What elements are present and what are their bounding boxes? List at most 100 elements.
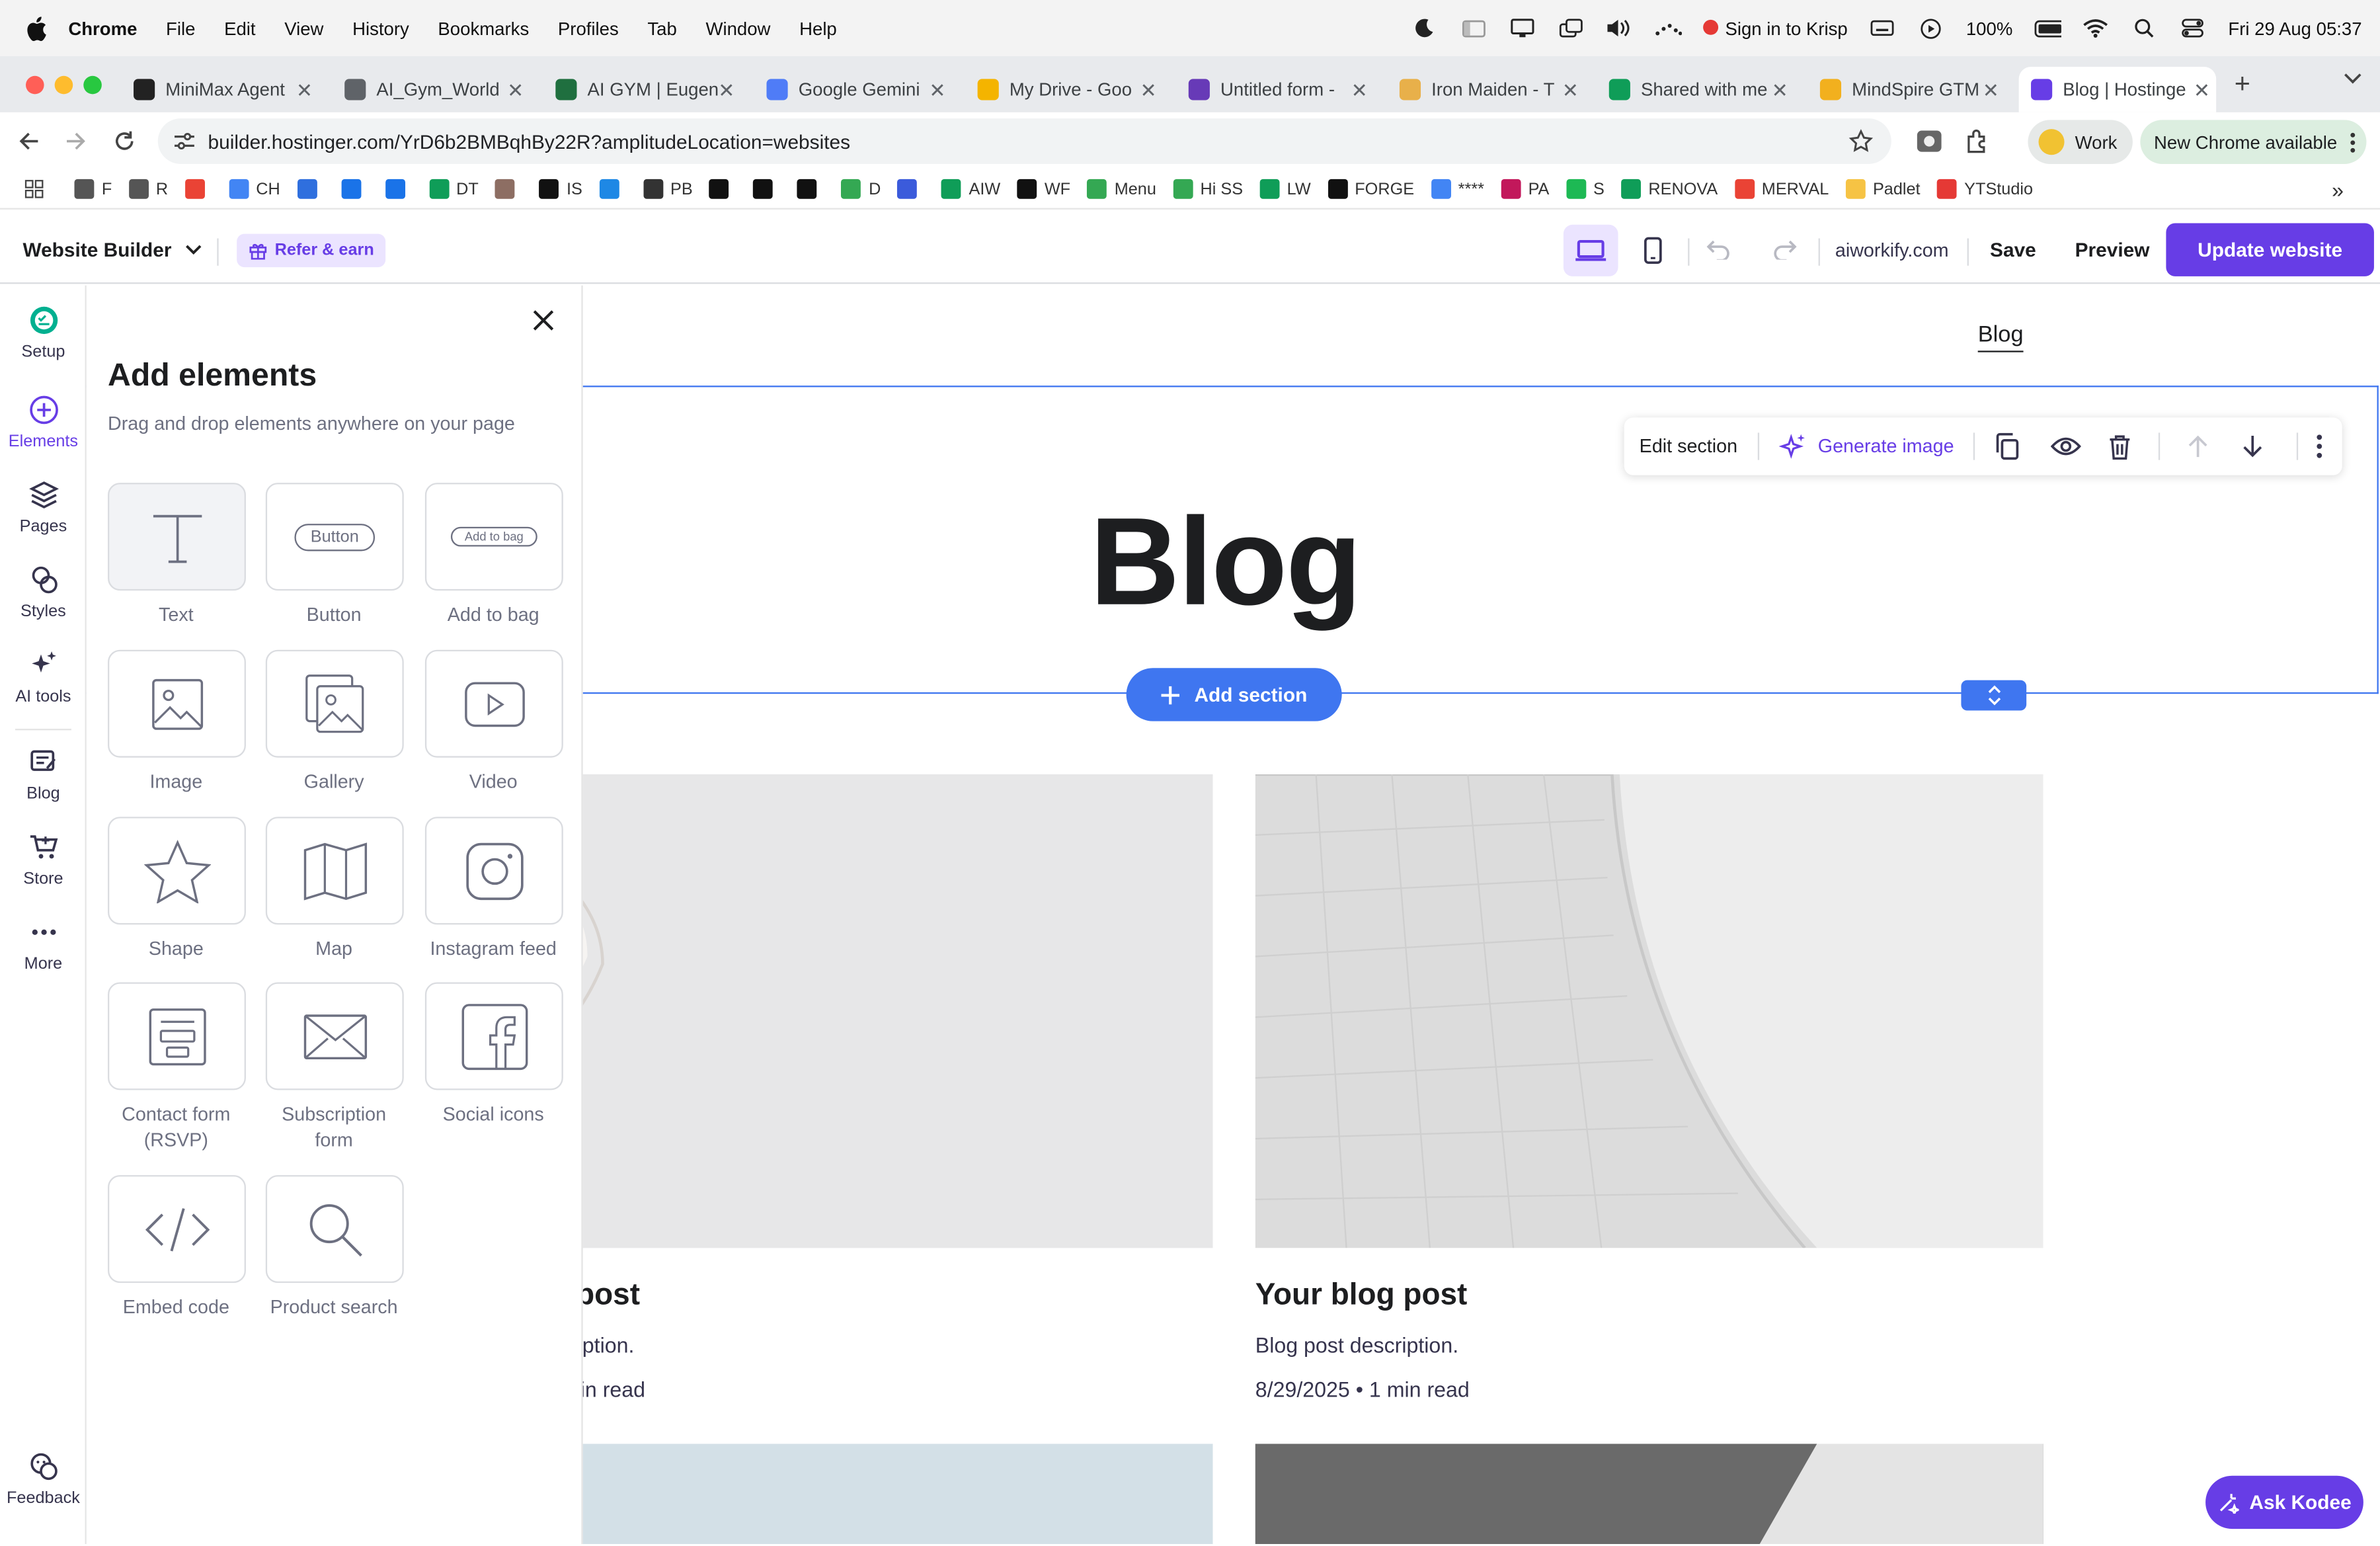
spotlight-search-icon[interactable] — [2131, 17, 2158, 38]
bookmark-item[interactable]: F — [74, 179, 112, 199]
krisp-status[interactable]: Sign in to Krisp — [1702, 17, 1848, 39]
display-icon[interactable] — [1508, 17, 1535, 38]
preview-button[interactable]: Preview — [2075, 238, 2150, 261]
domain-link[interactable]: aiworkify.com — [1835, 240, 1949, 261]
menu-file[interactable]: File — [166, 17, 195, 38]
bookmark-item[interactable]: Padlet — [1845, 179, 1921, 199]
tab-close-icon[interactable]: ✕ — [1351, 79, 1368, 103]
bookmark-item[interactable]: PA — [1501, 179, 1549, 199]
website-builder-menu[interactable]: Website Builder — [22, 238, 202, 261]
bookmark-item[interactable]: RENOVA — [1621, 179, 1718, 199]
browser-tab[interactable]: MiniMax Agent ✕ — [122, 67, 319, 112]
bookmark-item[interactable] — [297, 179, 324, 199]
nav-link-blog[interactable]: Blog — [1977, 322, 2024, 352]
tab-close-icon[interactable]: ✕ — [507, 79, 524, 103]
tab-close-icon[interactable]: ✕ — [296, 79, 313, 103]
undo-icon[interactable] — [1706, 238, 1732, 260]
bookmark-item[interactable] — [340, 179, 368, 199]
move-up-icon[interactable] — [2188, 434, 2209, 459]
volume-icon[interactable] — [1605, 17, 1632, 38]
redo-icon[interactable] — [1771, 238, 1797, 260]
bookmark-item[interactable]: DT — [428, 179, 479, 199]
bookmark-item[interactable]: CH — [228, 179, 280, 199]
browser-tab[interactable]: Blog | Hostinge ✕ — [2018, 67, 2217, 112]
trash-icon[interactable] — [2109, 434, 2131, 460]
bookmark-item[interactable]: MERVAL — [1734, 179, 1829, 199]
bookmark-item[interactable]: IS — [539, 179, 582, 199]
profile-chip[interactable]: Work — [2028, 120, 2133, 164]
add-section-button[interactable]: Add section — [1126, 668, 1342, 721]
generate-image-button[interactable]: Generate image — [1778, 432, 1954, 460]
tab-close-icon[interactable]: ✕ — [1772, 79, 1788, 103]
menu-history[interactable]: History — [352, 17, 409, 38]
bookmark-item[interactable]: PB — [643, 179, 693, 199]
tab-close-icon[interactable]: ✕ — [1140, 79, 1157, 103]
browser-tab[interactable]: Google Gemini ✕ — [754, 67, 951, 112]
sidebar-item-feedback[interactable]: Feedback — [0, 1451, 87, 1508]
kebab-menu-icon[interactable] — [2317, 434, 2322, 459]
bookmark-item[interactable]: Menu — [1087, 179, 1156, 199]
bookmark-item[interactable] — [897, 179, 925, 199]
bookmark-item[interactable]: D — [841, 179, 881, 199]
eye-icon[interactable] — [2051, 436, 2082, 457]
browser-tab[interactable]: AI_Gym_World ✕ — [333, 67, 530, 112]
browser-tab[interactable]: My Drive - Goo ✕ — [965, 67, 1162, 112]
moon-icon[interactable] — [1411, 17, 1438, 38]
menu-view[interactable]: View — [284, 17, 323, 38]
sidebar-item-elements[interactable]: Elements — [0, 395, 87, 451]
blog-post-image[interactable] — [1255, 1444, 2043, 1545]
apps-grid-icon[interactable] — [24, 179, 44, 199]
close-icon[interactable] — [530, 307, 557, 334]
sidebar-item-ai-tools[interactable]: AI tools — [0, 650, 87, 706]
sidebar-item-setup[interactable]: Setup — [0, 305, 87, 361]
play-icon[interactable] — [1917, 17, 1944, 38]
bookmark-item[interactable] — [184, 179, 212, 199]
sidebar-item-store[interactable]: Store — [0, 832, 87, 888]
bookmark-item[interactable]: R — [128, 179, 168, 199]
refer-earn-button[interactable]: Refer & earn — [237, 233, 387, 268]
browser-tab[interactable]: MindSpire GTM ✕ — [1808, 67, 2005, 112]
tab-close-icon[interactable]: ✕ — [2194, 79, 2210, 103]
duplicate-icon[interactable] — [1995, 432, 2021, 460]
bookmark-item[interactable]: AIW — [941, 179, 1000, 199]
extension-screenshot-icon[interactable] — [1916, 128, 1943, 155]
element-subscription-form[interactable] — [265, 982, 404, 1090]
blog-post-title[interactable]: Your blog post — [1255, 1278, 1468, 1313]
bookmark-star-icon[interactable] — [1848, 129, 1874, 153]
section-resize-handle[interactable] — [1961, 680, 2027, 711]
sidebar-item-blog[interactable]: Blog — [0, 747, 87, 803]
screens-icon[interactable] — [1557, 17, 1584, 38]
save-button[interactable]: Save — [1990, 238, 2036, 261]
sidebar-icon[interactable] — [1460, 17, 1487, 38]
menu-app-name[interactable]: Chrome — [68, 17, 137, 38]
move-down-icon[interactable] — [2242, 434, 2264, 459]
element-instagram-feed[interactable] — [424, 817, 563, 925]
element-add-to-bag[interactable]: Add to bag — [424, 483, 563, 591]
reload-icon[interactable] — [111, 128, 138, 155]
bookmark-item[interactable]: YTStudio — [1936, 179, 2033, 199]
sidebar-item-styles[interactable]: Styles — [0, 565, 87, 621]
bookmark-item[interactable] — [495, 179, 522, 199]
ask-kodee-button[interactable]: Ask Kodee — [2205, 1475, 2363, 1529]
wifi-icon[interactable] — [2082, 17, 2110, 38]
apple-icon[interactable] — [26, 16, 47, 40]
bookmark-item[interactable] — [599, 179, 626, 199]
bookmark-item[interactable]: FORGE — [1327, 179, 1414, 199]
menu-bookmarks[interactable]: Bookmarks — [438, 17, 529, 38]
element-shape[interactable] — [108, 817, 246, 925]
bookmark-item[interactable] — [753, 179, 781, 199]
element-product-search[interactable] — [265, 1175, 404, 1283]
bookmark-item[interactable]: **** — [1431, 179, 1484, 199]
blog-heading[interactable]: Blog — [1090, 492, 1362, 635]
browser-tab[interactable]: Iron Maiden - T ✕ — [1388, 67, 1585, 112]
mobile-view-button[interactable] — [1626, 225, 1681, 276]
loading-dots-icon[interactable] — [1654, 17, 1681, 38]
bookmark-item[interactable]: S — [1566, 179, 1605, 199]
fullscreen-window-button[interactable] — [83, 75, 102, 95]
address-bar[interactable]: builder.hostinger.com/YrD6b2BMBqhBy22R?a… — [157, 118, 1891, 164]
new-tab-icon[interactable]: + — [2235, 68, 2250, 100]
bookmark-item[interactable]: WF — [1017, 179, 1070, 199]
menu-profiles[interactable]: Profiles — [558, 17, 619, 38]
menu-edit[interactable]: Edit — [224, 17, 255, 38]
battery-icon[interactable] — [2034, 17, 2061, 38]
